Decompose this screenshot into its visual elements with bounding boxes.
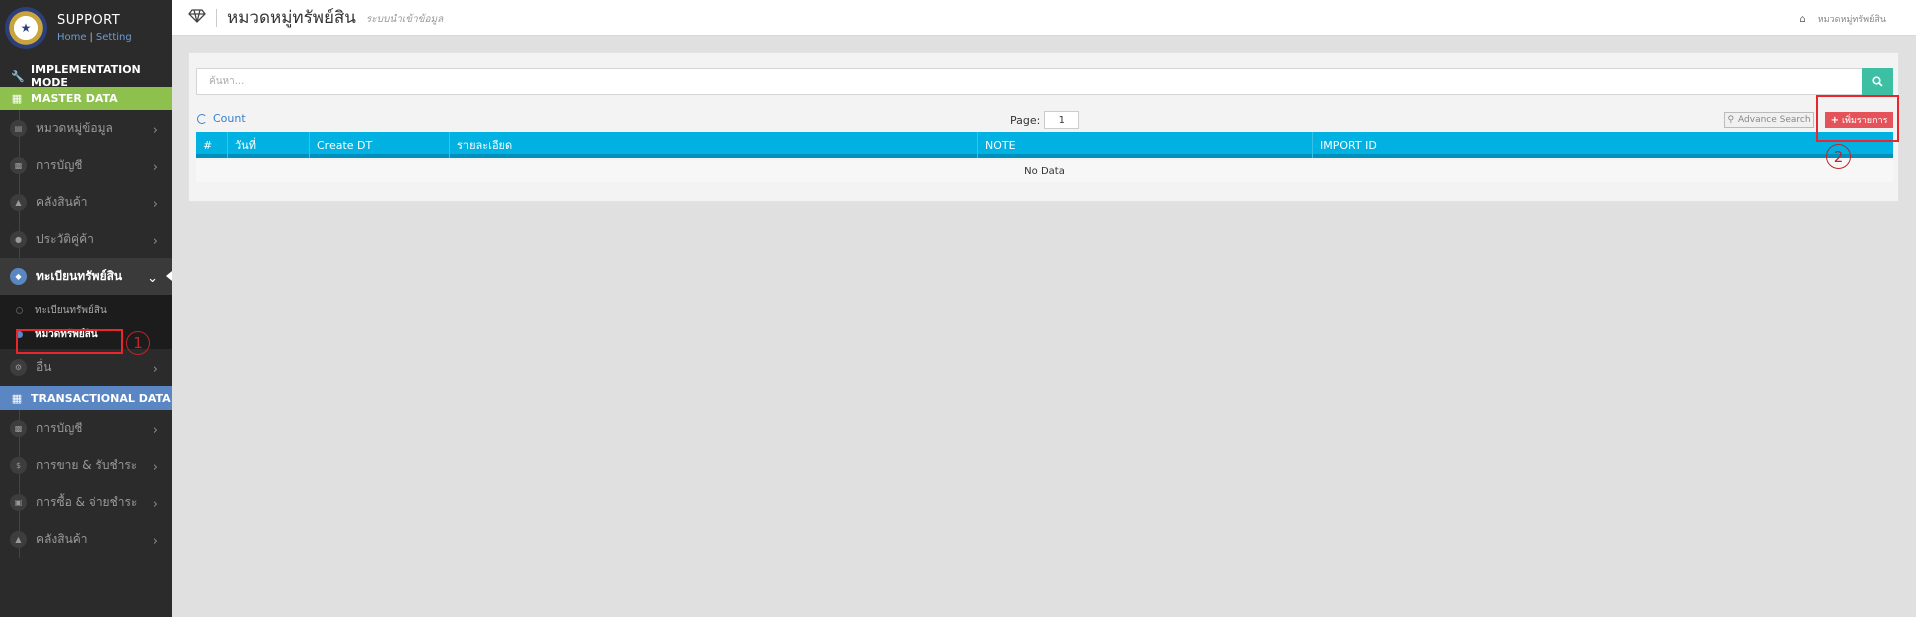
advance-search-button[interactable]: ⚲ Advance Search <box>1724 112 1814 128</box>
cart-icon: ▣ <box>10 494 27 511</box>
chevron-right-icon: › <box>152 497 158 512</box>
sidebar-item-label: การบัญชี <box>36 421 83 435</box>
sidebar-item-label: คลังสินค้า <box>36 195 88 209</box>
logo: ★ <box>5 7 47 49</box>
annotation-marker-2: 2 <box>1826 144 1851 169</box>
annotation-box-1 <box>16 329 123 354</box>
active-indicator <box>166 271 172 281</box>
sidebar-item-label: อื่น <box>36 360 52 374</box>
chevron-right-icon: › <box>152 234 158 249</box>
bullet-icon <box>16 306 23 314</box>
link-separator: | <box>89 32 93 43</box>
sidebar-item-partner-history[interactable]: ● ประวัติคู่ค้า › <box>0 221 172 258</box>
sidebar-item-asset-register[interactable]: ◆ ทะเบียนทรัพย์สิน ⌄ <box>0 258 172 295</box>
sidebar-item-trans-warehouse[interactable]: ▲ คลังสินค้า › <box>0 521 172 558</box>
grid-icon: ▦ <box>11 92 23 105</box>
pagination: Page: <box>1010 111 1080 129</box>
page-title: หมวดหมู่ทรัพย์สิน <box>227 8 356 28</box>
wrench-icon: 🔧 <box>11 69 25 83</box>
advance-search-label: Advance Search <box>1738 115 1811 125</box>
transactional-data-label: TRANSACTIONAL DATA <box>31 391 171 405</box>
column-header-detail[interactable]: รายละเอียด <box>450 132 978 158</box>
sidebar-item-label: การขาย & รับชำระ <box>36 458 138 472</box>
implementation-mode-label: IMPLEMENTATION MODE <box>31 63 141 89</box>
cubes-icon: ▲ <box>10 531 27 548</box>
table-empty-row: No Data <box>196 160 1893 182</box>
count-button[interactable]: Count <box>197 112 246 125</box>
sidebar-item-label: ประวัติคู่ค้า <box>36 232 94 246</box>
user-icon: ● <box>10 231 27 248</box>
transactional-menu: ▩ การบัญชี › $ การขาย & รับชำระ › ▣ การซ… <box>0 410 172 558</box>
chevron-right-icon: › <box>152 362 158 377</box>
master-menu: ▤ หมวดหมู่ข้อมูล › ▩ การบัญชี › ▲ คลังสิ… <box>0 110 172 295</box>
column-header-note[interactable]: NOTE <box>978 132 1313 158</box>
page-subtitle: ระบบนำเข้าข้อมูล <box>365 13 444 25</box>
search-icon: ⚲ <box>1727 115 1735 125</box>
data-table: # วันที่ Create DT รายละเอียด NOTE IMPOR… <box>196 132 1893 182</box>
search-button[interactable] <box>1862 68 1893 95</box>
chevron-right-icon: › <box>152 423 158 438</box>
submenu-item-asset-register[interactable]: ทะเบียนทรัพย์สิน <box>0 298 172 322</box>
other-menu: ⚙ อื่น › <box>0 349 172 386</box>
master-data-header: ▦ MASTER DATA <box>0 87 172 110</box>
count-label: Count <box>213 112 246 125</box>
main-panel: Count Page: ⚲ Advance Search + เพิ่มรายก… <box>188 52 1899 202</box>
chevron-down-icon: ⌄ <box>147 271 158 286</box>
home-link[interactable]: Home <box>57 32 87 43</box>
sidebar-item-accounting[interactable]: ▩ การบัญชี › <box>0 147 172 184</box>
submenu-item-label: ทะเบียนทรัพย์สิน <box>35 304 107 316</box>
sidebar-item-purchase-payment[interactable]: ▣ การซื้อ & จ่ายชำระ › <box>0 484 172 521</box>
page-label: Page: <box>1010 113 1041 127</box>
diamond-icon <box>188 8 206 27</box>
column-header-import-id[interactable]: IMPORT ID <box>1313 132 1893 158</box>
breadcrumb-current: หมวดหมู่ทรัพย์สิน <box>1817 15 1886 25</box>
annotation-box-2 <box>1816 95 1899 142</box>
chevron-right-icon: › <box>152 197 158 212</box>
refresh-icon <box>197 113 207 124</box>
sidebar-item-data-category[interactable]: ▤ หมวดหมู่ข้อมูล › <box>0 110 172 147</box>
sidebar-item-label: คลังสินค้า <box>36 532 88 546</box>
chevron-right-icon: › <box>152 460 158 475</box>
page-header: หมวดหมู่ทรัพย์สิน ระบบนำเข้าข้อมูล ⌂ หมว… <box>172 0 1916 36</box>
breadcrumb: ⌂ หมวดหมู่ทรัพย์สิน <box>1799 12 1886 26</box>
transactional-data-header: ▦ TRANSACTIONAL DATA <box>0 386 172 410</box>
brand: ★ SUPPORT Home | Setting <box>0 0 172 56</box>
chevron-right-icon: › <box>152 160 158 175</box>
gear-icon: ⚙ <box>10 359 27 376</box>
sidebar-item-other[interactable]: ⚙ อื่น › <box>0 349 172 386</box>
master-data-label: MASTER DATA <box>31 92 118 105</box>
setting-link[interactable]: Setting <box>96 32 132 43</box>
table-header: # วันที่ Create DT รายละเอียด NOTE IMPOR… <box>196 132 1893 158</box>
annotation-marker-1: 1 <box>126 331 150 355</box>
brand-title: SUPPORT <box>57 13 121 28</box>
column-header-date[interactable]: วันที่ <box>228 132 310 158</box>
diamond-icon: ◆ <box>10 268 27 285</box>
chevron-right-icon: › <box>152 534 158 549</box>
sidebar: ★ SUPPORT Home | Setting 🔧 IMPLEMENTATION … <box>0 0 172 617</box>
column-header-index[interactable]: # <box>196 132 228 158</box>
book-icon: ▩ <box>10 157 27 174</box>
sidebar-item-label: การบัญชี <box>36 158 83 172</box>
sidebar-item-label: ทะเบียนทรัพย์สิน <box>36 269 123 283</box>
database-icon: ▤ <box>10 120 27 137</box>
dollar-icon: $ <box>10 457 27 474</box>
empty-state-text: No Data <box>1024 165 1065 177</box>
sidebar-item-label: การซื้อ & จ่ายชำระ <box>36 495 138 509</box>
chevron-right-icon: › <box>152 123 158 138</box>
book-icon: ▩ <box>10 420 27 437</box>
sidebar-item-trans-accounting[interactable]: ▩ การบัญชี › <box>0 410 172 447</box>
search-input[interactable] <box>196 68 1872 95</box>
home-icon[interactable]: ⌂ <box>1799 14 1805 25</box>
column-header-create-dt[interactable]: Create DT <box>310 132 450 158</box>
grid-icon: ▦ <box>11 391 23 405</box>
cubes-icon: ▲ <box>10 194 27 211</box>
page-number-input[interactable] <box>1044 111 1080 129</box>
sidebar-item-warehouse[interactable]: ▲ คลังสินค้า › <box>0 184 172 221</box>
implementation-mode-header: 🔧 IMPLEMENTATION MODE <box>0 63 172 89</box>
sidebar-item-label: หมวดหมู่ข้อมูล <box>36 121 113 135</box>
search-icon <box>1872 76 1883 87</box>
sidebar-item-sales-receipt[interactable]: $ การขาย & รับชำระ › <box>0 447 172 484</box>
